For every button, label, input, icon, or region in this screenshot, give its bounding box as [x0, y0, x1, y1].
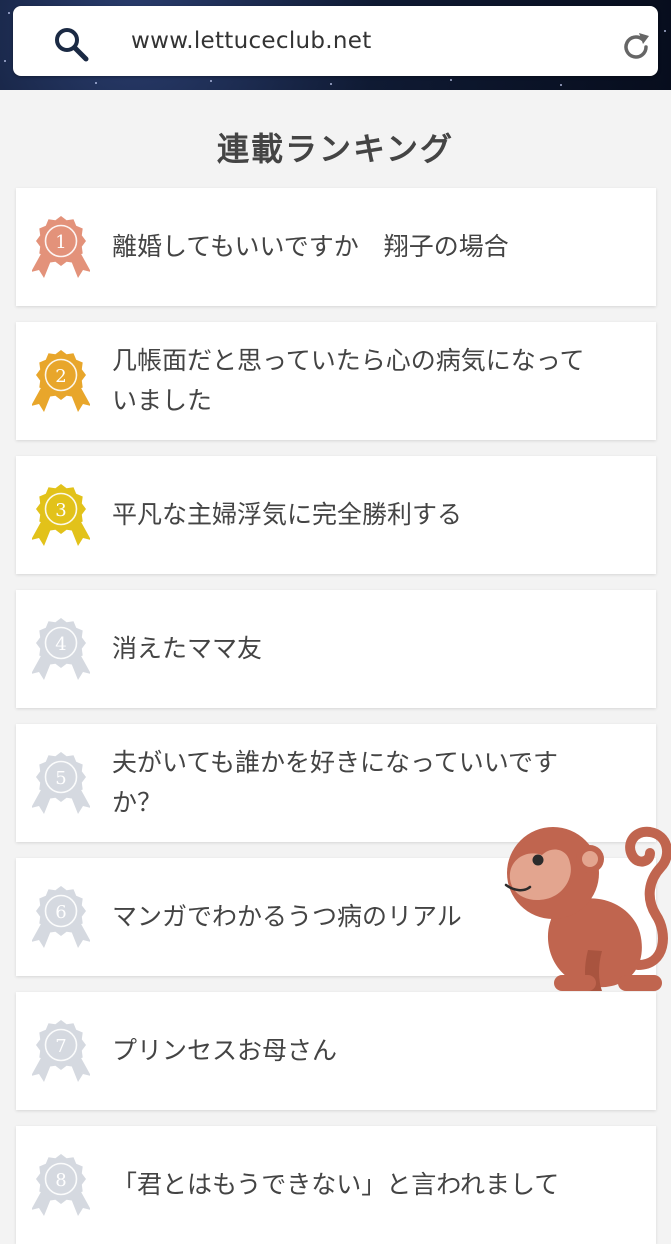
address-bar[interactable]: www.lettuceclub.net	[13, 6, 658, 76]
ranking-item-title[interactable]: 離婚してもいいですか 翔子の場合	[112, 188, 606, 306]
reload-icon[interactable]	[619, 30, 653, 64]
ranking-item-title[interactable]: 平凡な主婦浮気に完全勝利する	[112, 456, 606, 574]
rank-number: 6	[55, 902, 66, 923]
ranking-item-title[interactable]: プリンセスお母さん	[112, 992, 606, 1110]
rank-number: 2	[55, 366, 66, 387]
ranking-item-2[interactable]: 2 几帳面だと思っていたら心の病気になっていました	[16, 322, 656, 440]
ranking-item-title[interactable]: 「君とはもうできない」と言われまして	[112, 1126, 606, 1244]
rank-badge-icon: 7	[32, 1020, 90, 1082]
rank-badge-icon: 1	[32, 216, 90, 278]
rank-number: 4	[55, 634, 66, 655]
rank-number: 3	[55, 500, 66, 521]
rank-badge-icon: 6	[32, 886, 90, 948]
rank-number: 8	[55, 1170, 66, 1191]
rank-number: 1	[55, 232, 66, 253]
ranking-item-4[interactable]: 4 消えたママ友	[16, 590, 656, 708]
page-title: 連載ランキング	[216, 130, 455, 168]
rank-badge-icon: 4	[32, 618, 90, 680]
url-text[interactable]: www.lettuceclub.net	[131, 28, 372, 54]
ranking-item-7[interactable]: 7 プリンセスお母さん	[16, 992, 656, 1110]
rank-number: 7	[55, 1036, 66, 1057]
monkey-icon	[504, 826, 671, 991]
ranking-item-8[interactable]: 8 「君とはもうできない」と言われまして	[16, 1126, 656, 1244]
rank-badge-icon: 8	[32, 1154, 90, 1216]
rank-badge-icon: 5	[32, 752, 90, 814]
rank-badge-icon: 2	[32, 350, 90, 412]
rank-number: 5	[55, 768, 66, 789]
ranking-item-3[interactable]: 3 平凡な主婦浮気に完全勝利する	[16, 456, 656, 574]
ranking-item-title[interactable]: 几帳面だと思っていたら心の病気になっていました	[112, 322, 606, 440]
search-icon[interactable]	[53, 26, 89, 62]
ranking-item-1[interactable]: 1 離婚してもいいですか 翔子の場合	[16, 188, 656, 306]
browser-top-bar: www.lettuceclub.net	[0, 0, 671, 90]
ranking-item-title[interactable]: 消えたママ友	[112, 590, 606, 708]
rank-badge-icon: 3	[32, 484, 90, 546]
